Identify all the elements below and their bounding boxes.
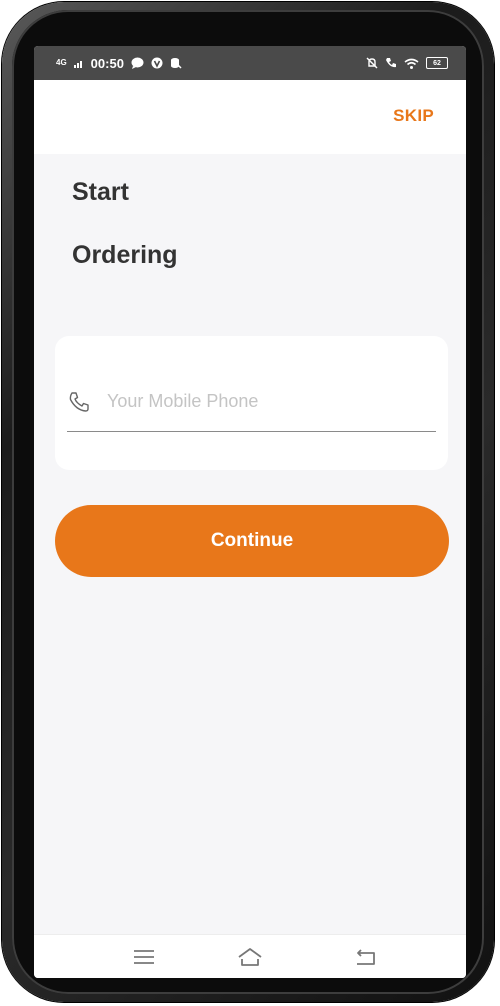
battery-level: 62 — [433, 59, 441, 67]
chat-icon — [131, 57, 144, 69]
top-bar: SKIP — [34, 80, 466, 154]
input-underline — [67, 431, 436, 432]
clock: 00:50 — [90, 55, 124, 71]
storage-icon — [170, 58, 182, 69]
phone-bezel: 4G 00:50 62 SKIP Start Ordering Your Mob… — [12, 10, 484, 994]
status-bar: 4G 00:50 62 — [34, 46, 466, 80]
wifi-icon — [404, 58, 419, 69]
battery-icon: 62 — [426, 57, 448, 69]
network-label: 4G — [56, 58, 67, 67]
app-screen: 4G 00:50 62 SKIP Start Ordering Your Mob… — [34, 46, 466, 978]
call-icon — [386, 58, 396, 68]
phone-card — [55, 336, 448, 470]
shield-icon — [151, 57, 163, 69]
skip-button[interactable]: SKIP — [393, 106, 434, 126]
continue-button[interactable]: Continue — [55, 505, 449, 577]
page-title-line-2: Ordering — [72, 241, 178, 269]
page-title-line-1: Start — [72, 178, 129, 206]
mobile-phone-input[interactable] — [107, 388, 427, 414]
phone-frame: 4G 00:50 62 SKIP Start Ordering Your Mob… — [2, 2, 494, 1002]
signal-icon — [73, 60, 82, 68]
back-icon[interactable] — [352, 945, 380, 969]
phone-icon — [69, 392, 89, 412]
home-icon[interactable] — [236, 945, 264, 969]
mute-icon — [366, 57, 378, 69]
menu-icon[interactable] — [130, 945, 158, 969]
system-nav-bar — [34, 934, 466, 978]
